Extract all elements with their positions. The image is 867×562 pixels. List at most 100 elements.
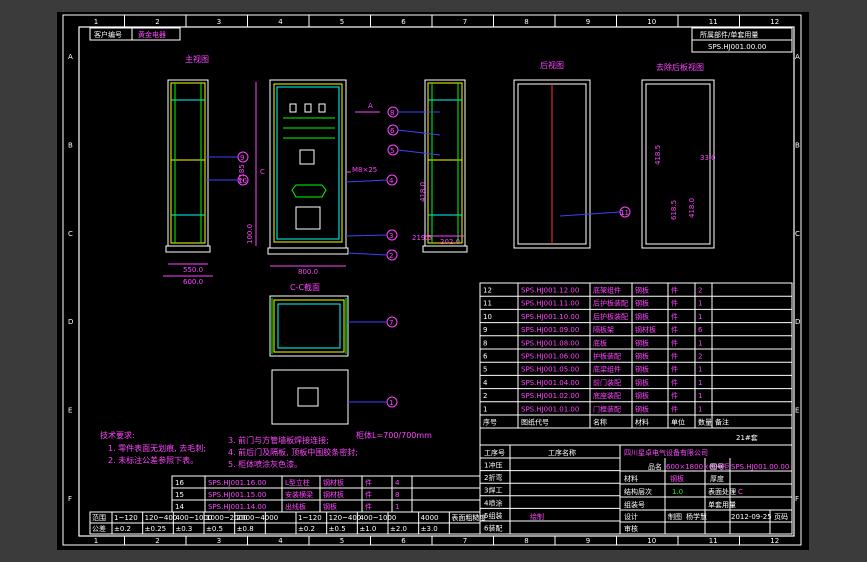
material-value: 钢板 [670, 474, 684, 483]
bom-cell-name: 后护板装配 [593, 299, 628, 308]
proc-name-header: 工序名称 [548, 448, 576, 457]
bom-cell-unit: 件 [671, 286, 678, 295]
part-label: 品名 [648, 462, 662, 471]
tol-value: ±0.25 [145, 525, 166, 533]
design-value: 绘制 [530, 512, 544, 521]
thickness-label: 厚度 [710, 474, 724, 483]
proc-item: 2折弯 [484, 473, 502, 482]
zone-col-bottom: 2 [155, 537, 159, 545]
bom-cell-no: 5 [483, 366, 487, 374]
bom2-cell-unit: 件 [365, 478, 372, 487]
bom2-cell-name: 安装横梁 [285, 490, 313, 499]
bom2-cell-qty: 8 [395, 491, 399, 499]
tol-range: 1~120 [114, 514, 138, 522]
rear-view-label: 后视图 [540, 60, 564, 70]
zone-row-right: D [795, 318, 800, 326]
bom-cell-qty: 2 [698, 353, 702, 361]
bom-header-mat: 材料 [635, 418, 649, 427]
rear-no-panel-label: 去除后板视图 [656, 62, 704, 72]
bom-cell-mat: 钢板 [635, 378, 649, 387]
bom-cell-qty: 1 [698, 313, 702, 321]
bom-cell-qty: 2 [698, 287, 702, 295]
bom2-cell-code: SPS.HJ001.15.00 [208, 491, 266, 499]
company-name: 四川星卓电气设备有限公司 [624, 448, 708, 457]
bom-cell-unit: 件 [671, 352, 678, 361]
dim-100: 100.0 [246, 224, 254, 244]
tol-value: ±2.0 [390, 525, 407, 533]
zone-row-right: B [795, 142, 800, 150]
tol-value: ±1.0 [359, 525, 376, 533]
bom2-cell-code: SPS.HJ001.16.00 [208, 479, 266, 487]
bom-cell-code: SPS.HJ001.08.00 [521, 339, 579, 347]
bom-cell-code: SPS.HJ001.12.00 [521, 287, 579, 295]
bom-cell-unit: 件 [671, 325, 678, 334]
zone-col-bottom: 7 [463, 537, 467, 545]
bom-cell-no: 6 [483, 353, 488, 361]
zone-row-right: E [795, 407, 799, 415]
unit-qty-label: 单套用量 [708, 500, 736, 509]
zone-col-bottom: 4 [278, 537, 283, 545]
header-drawing-no: SPS.HJ001.00.00 [708, 43, 766, 51]
section-mark-c: C [260, 168, 265, 176]
proc-item: 5组装 [484, 511, 502, 520]
bom-cell-qty: 1 [698, 405, 702, 413]
zone-row-right: C [795, 230, 800, 238]
bom-cell-name: 底梁组件 [593, 365, 621, 374]
tol-row2-label: 公差 [92, 524, 106, 533]
bom-header-unit: 单位 [671, 418, 685, 427]
date-value: 2012-09-25 [731, 513, 772, 521]
bom-cell-unit: 件 [671, 391, 678, 400]
zone-col-top: 4 [278, 18, 283, 26]
proc-header: 工序号 [484, 448, 505, 457]
bom-header-no: 序号 [483, 418, 497, 427]
arrow-mark-a: A [368, 102, 373, 110]
tol-range: 120~400 [329, 514, 362, 522]
bom-cell-name: 前门装配 [593, 378, 621, 387]
bom2-cell-mat: 钢材板 [323, 490, 344, 499]
bom-cell-code: SPS.HJ001.09.00 [521, 326, 579, 334]
note-1: 1. 零件表面无划痕, 去毛刺; [108, 443, 206, 453]
bom2-cell-mat: 钢板 [323, 502, 337, 511]
bom-cell-mat: 钢板 [635, 404, 649, 413]
bom-cell-unit: 件 [671, 404, 678, 413]
bom-cell-code: SPS.HJ001.04.00 [521, 379, 579, 387]
balloon-3: 3 [389, 232, 393, 240]
balloon-6: 6 [390, 127, 395, 135]
bom-cell-qty: 1 [698, 366, 702, 374]
bom-cell-mat: 钢板 [635, 312, 649, 321]
notes-extra: 柜体L=700/700mm [356, 430, 432, 440]
bom-cell-code: SPS.HJ001.02.00 [521, 392, 579, 400]
dim-202: 202.0 [440, 238, 460, 246]
dim-800: 800.0 [298, 268, 318, 276]
zone-col-top: 5 [340, 18, 344, 26]
dim-418-left: 418.0 [419, 182, 427, 202]
balloon-9-side: 9 [240, 154, 244, 162]
bom-cell-name: 底座装配 [593, 391, 621, 400]
tol-range: 120~400 [145, 514, 178, 522]
dim-2185: 2185 [238, 164, 246, 182]
bom-cell-code: SPS.HJ001.10.00 [521, 313, 579, 321]
notes-title: 技术要求: [100, 430, 135, 440]
bom-cell-qty: 1 [698, 300, 702, 308]
bom-cell-unit: 件 [671, 312, 678, 321]
front-view-label: 主视图 [185, 54, 209, 64]
bom-cell-code: SPS.HJ001.05.00 [521, 366, 579, 374]
bom-cell-no: 11 [483, 300, 492, 308]
tol-range: 400~1000 [359, 514, 396, 522]
balloon-5: 5 [390, 147, 394, 155]
zone-col-bottom: 5 [340, 537, 344, 545]
bom-cell-name: 底板 [593, 338, 607, 347]
bom2-cell-no: 14 [175, 503, 184, 511]
bom-cell-no: 2 [483, 392, 487, 400]
note-4: 4. 前后门及隔板, 顶板中围胶条密封; [228, 447, 358, 457]
zone-col-top: 7 [463, 18, 467, 26]
bom-cell-qty: 1 [698, 379, 702, 387]
bom-cell-unit: 件 [671, 378, 678, 387]
bom-cell-qty: 6 [698, 326, 703, 334]
zone-row-left: B [68, 142, 73, 150]
tol-value: ±0.2 [298, 525, 315, 533]
bom2-cell-unit: 件 [365, 502, 372, 511]
zone-row-left: A [68, 53, 73, 61]
drawing-canvas: 112233445566778899101011111212A AB BC CD DE E… [0, 0, 867, 562]
draw-no-value: SPS.HJ001.00.00 [731, 463, 789, 471]
